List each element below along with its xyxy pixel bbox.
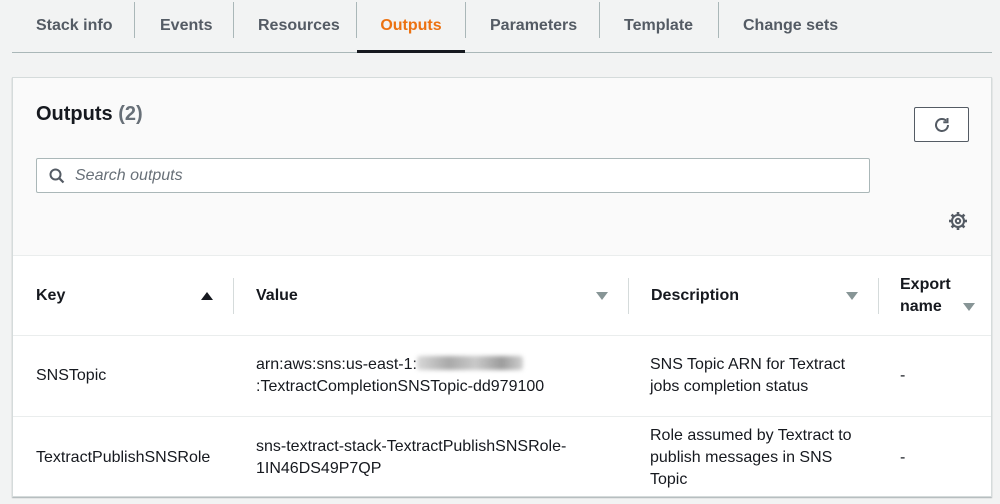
- column-header-label: Export name: [900, 274, 951, 318]
- tab-stack-info[interactable]: Stack info: [36, 0, 112, 52]
- sort-ascending-icon: [201, 291, 213, 300]
- table-row: TextractPublishSNSRole sns-textract-stac…: [13, 416, 991, 497]
- refresh-button[interactable]: [914, 107, 969, 142]
- tab-label: Events: [160, 17, 213, 34]
- tab-label: Parameters: [490, 17, 578, 34]
- title-count: (2): [118, 103, 143, 125]
- tab-change-sets[interactable]: Change sets: [743, 0, 838, 52]
- redacted-account-id: [416, 356, 523, 370]
- column-divider: [878, 278, 879, 314]
- outputs-table: Key Value Description Export name SNSTop…: [13, 256, 991, 497]
- tab-divider: [599, 2, 600, 38]
- gear-icon[interactable]: [948, 211, 968, 231]
- tab-resources[interactable]: Resources: [258, 0, 340, 52]
- title-text: Outputs: [36, 103, 113, 125]
- column-header-label-line1: Export: [900, 275, 951, 293]
- cell-export-name: -: [900, 448, 906, 466]
- sort-caret-down-icon: [963, 302, 975, 311]
- tab-label: Outputs: [380, 17, 442, 34]
- tab-parameters[interactable]: Parameters: [490, 0, 577, 52]
- cell-key: TextractPublishSNSRole: [36, 448, 211, 466]
- column-header-label-line2: name: [900, 297, 942, 315]
- tab-label: Resources: [258, 17, 340, 34]
- page-title: Outputs (2): [36, 103, 143, 126]
- tab-bar: Stack info Events Resources Outputs Para…: [12, 0, 992, 53]
- tab-template[interactable]: Template: [624, 0, 693, 52]
- sort-caret-down-icon: [596, 291, 608, 300]
- tab-divider: [134, 2, 135, 38]
- tab-events[interactable]: Events: [160, 0, 212, 52]
- column-divider: [628, 278, 629, 314]
- cell-export-name: -: [900, 367, 906, 384]
- panel-header: Outputs (2): [13, 78, 991, 256]
- tab-label: Change sets: [743, 17, 839, 34]
- tab-label: Stack info: [36, 17, 113, 34]
- cell-description: SNS Topic ARN for Textract jobs completi…: [650, 356, 846, 395]
- cell-value: sns-textract-stack-TextractPublishSNSRol…: [256, 437, 567, 477]
- tab-divider: [465, 2, 466, 38]
- tab-divider: [233, 2, 234, 38]
- column-header-description[interactable]: Description: [628, 256, 878, 336]
- search-box: [36, 158, 870, 193]
- column-header-value[interactable]: Value: [233, 256, 628, 336]
- column-header-export-name[interactable]: Export name: [878, 256, 991, 336]
- cell-value: arn:aws:sns:us-east-1::TextractCompletio…: [233, 336, 628, 417]
- cell-key: SNSTopic: [36, 367, 107, 384]
- value-prefix: arn:aws:sns:us-east-1:: [256, 356, 417, 373]
- cell-description: Role assumed by Textract to publish mess…: [650, 426, 852, 488]
- column-divider: [233, 278, 234, 314]
- outputs-panel: Outputs (2) Search outputs Key Value Des…: [12, 77, 992, 497]
- value-suffix: :TextractCompletionSNSTopic-dd979100: [256, 378, 545, 395]
- column-header-label: Value: [256, 286, 298, 304]
- column-header-label: Key: [36, 286, 66, 304]
- table-row: SNSTopic arn:aws:sns:us-east-1::Textract…: [13, 335, 991, 417]
- column-header-label: Description: [651, 286, 740, 304]
- table-header-row: Key Value Description Export name: [13, 256, 991, 336]
- refresh-icon: [933, 116, 951, 134]
- sort-caret-down-icon: [846, 291, 858, 300]
- tab-outputs[interactable]: Outputs: [357, 0, 465, 53]
- tab-divider: [718, 2, 719, 38]
- search-input[interactable]: [75, 166, 835, 185]
- tab-label: Template: [624, 17, 694, 34]
- column-header-key[interactable]: Key: [13, 256, 233, 336]
- search-icon: [49, 168, 65, 184]
